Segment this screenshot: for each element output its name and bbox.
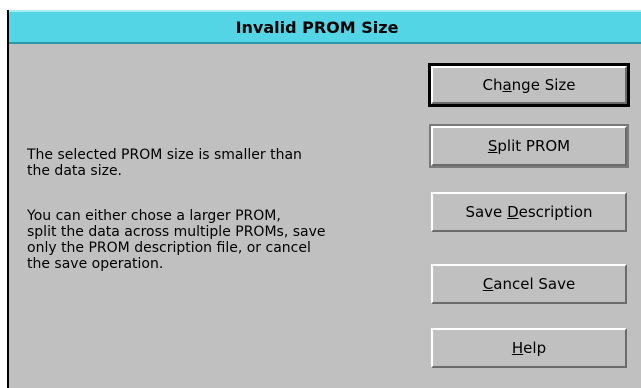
save-description-button[interactable]: Save Description bbox=[431, 192, 627, 232]
split-prom-button[interactable]: Split PROM bbox=[429, 124, 629, 168]
cancel-save-label: Cancel Save bbox=[483, 275, 575, 293]
dialog-title: Invalid PROM Size bbox=[235, 17, 399, 37]
split-prom-mnemonic: S bbox=[487, 137, 498, 155]
save-description-mnemonic: D bbox=[507, 203, 519, 221]
change-size-button[interactable]: Change Size bbox=[428, 63, 630, 107]
help-label: Help bbox=[512, 339, 546, 357]
message-line-3: You can either chose a larger PROM, bbox=[27, 208, 281, 224]
message-paragraph-1: The selected PROM size is smaller than t… bbox=[27, 147, 302, 179]
split-prom-label-post: plit PROM bbox=[497, 137, 571, 155]
split-prom-label: Split PROM bbox=[488, 137, 570, 155]
change-size-label-post: nge Size bbox=[511, 76, 576, 94]
message-line-1: The selected PROM size is smaller than bbox=[27, 147, 302, 163]
message-line-4: split the data across multiple PROMs, sa… bbox=[27, 224, 326, 240]
save-description-label-post: escription bbox=[518, 203, 593, 221]
dialog-titlebar[interactable]: Invalid PROM Size bbox=[9, 10, 641, 44]
help-label-post: elp bbox=[523, 339, 547, 357]
help-button[interactable]: Help bbox=[431, 328, 627, 368]
cancel-save-button[interactable]: Cancel Save bbox=[431, 264, 627, 304]
change-size-mnemonic: a bbox=[502, 76, 512, 94]
cancel-save-label-post: ancel Save bbox=[493, 275, 576, 293]
invalid-prom-size-dialog: Invalid PROM Size The selected PROM size… bbox=[7, 10, 641, 388]
change-size-label: Change Size bbox=[482, 76, 575, 94]
save-description-label: Save Description bbox=[465, 203, 592, 221]
change-size-label-pre: Ch bbox=[482, 76, 503, 94]
save-description-label-pre: Save bbox=[465, 203, 508, 221]
help-mnemonic: H bbox=[511, 339, 524, 357]
message-line-2: the data size. bbox=[27, 163, 123, 179]
cancel-save-mnemonic: C bbox=[482, 275, 494, 293]
dialog-left-border bbox=[7, 10, 9, 388]
message-line-5: only the PROM description file, or cance… bbox=[27, 240, 311, 256]
message-line-6: the save operation. bbox=[27, 256, 164, 272]
message-paragraph-2: You can either chose a larger PROM, spli… bbox=[27, 208, 326, 272]
